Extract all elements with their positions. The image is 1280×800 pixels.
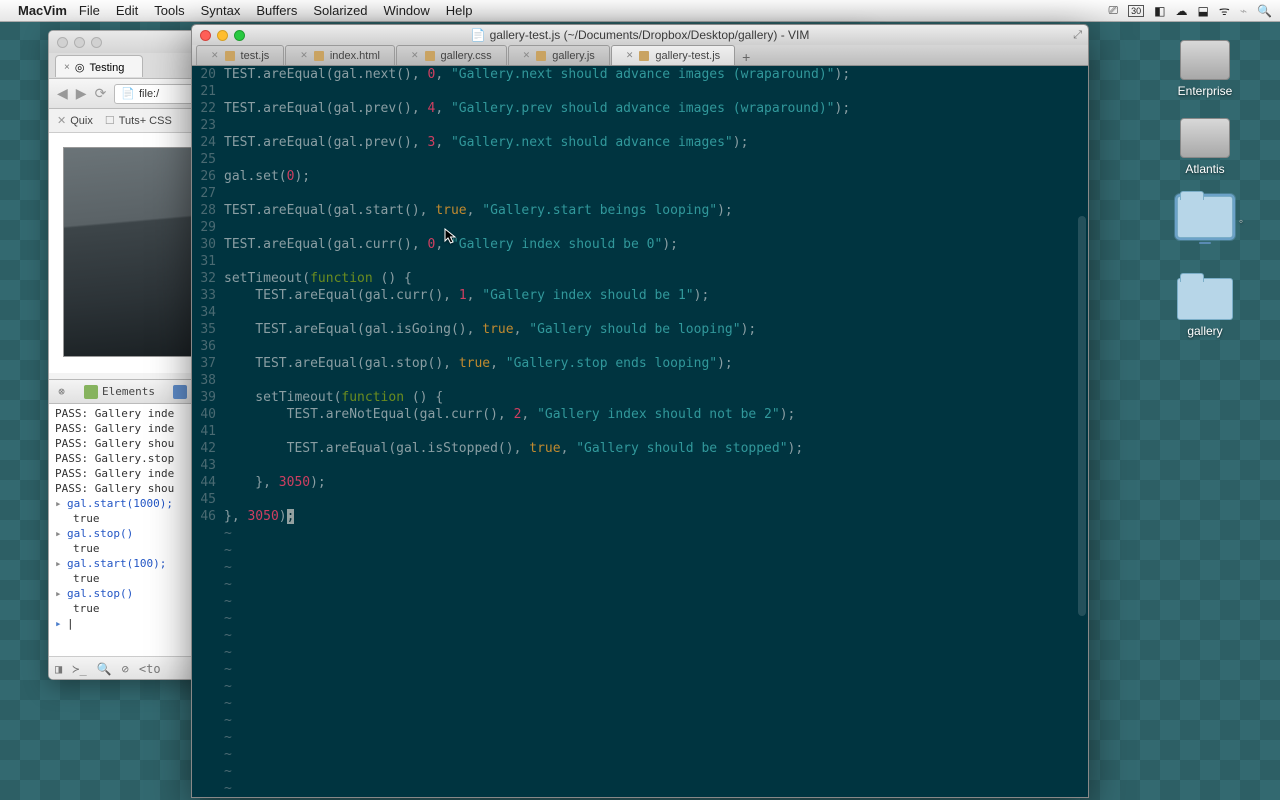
file-icon xyxy=(225,51,235,61)
line-gutter: 20 21 22 23 24 25 26 27 28 29 30 31 32 3… xyxy=(192,66,222,797)
tab-close-icon[interactable]: ✕ xyxy=(300,50,308,61)
forward-icon[interactable]: ▶ xyxy=(76,85,87,102)
macvim-window: 📄 gallery-test.js (~/Documents/Dropbox/D… xyxy=(191,24,1089,798)
file-icon xyxy=(536,51,546,61)
file-icon: 📄 xyxy=(121,87,135,100)
folder-gallery[interactable]: gallery xyxy=(1150,278,1260,338)
drive-atlantis[interactable]: Atlantis xyxy=(1150,118,1260,176)
stop-icon[interactable]: ⊘ xyxy=(122,662,129,676)
magnify-icon[interactable]: 🔍 xyxy=(97,662,112,676)
dropbox-icon[interactable]: ⬓ xyxy=(1198,4,1209,18)
window-title: gallery-test.js (~/Documents/Dropbox/Des… xyxy=(490,28,810,42)
menu-window[interactable]: Window xyxy=(384,3,430,18)
bookmark-icon: ☐ xyxy=(105,114,115,127)
spotlight-icon[interactable]: 🔍 xyxy=(1257,4,1272,18)
scrollbar[interactable] xyxy=(1078,216,1086,616)
vim-tab[interactable]: ✕ gallery-test.js xyxy=(611,45,735,65)
wifi-icon[interactable]: ᯤ xyxy=(1219,2,1230,19)
mac-menubar: MacVim File Edit Tools Syntax Buffers So… xyxy=(0,0,1280,22)
tab-close-icon[interactable]: × xyxy=(64,62,70,73)
cloud-icon[interactable]: ☁ xyxy=(1176,4,1188,18)
tab-close-icon[interactable]: ✕ xyxy=(523,50,531,61)
back-icon[interactable]: ◀ xyxy=(57,85,68,102)
vim-titlebar[interactable]: 📄 gallery-test.js (~/Documents/Dropbox/D… xyxy=(192,25,1088,45)
tab-close-icon[interactable]: ✕ xyxy=(626,50,634,61)
bookmark-quix[interactable]: ✕Quix xyxy=(57,114,93,127)
menu-edit[interactable]: Edit xyxy=(116,3,138,18)
tab-close-icon[interactable]: ✕ xyxy=(211,50,219,61)
tab-title: Testing xyxy=(89,62,124,74)
date-icon[interactable]: 30 xyxy=(1128,5,1144,17)
file-icon xyxy=(425,51,435,61)
vim-tab[interactable]: ✕ gallery.css xyxy=(396,45,507,65)
vim-tab[interactable]: ✕ index.html xyxy=(285,45,395,65)
minimize-icon[interactable] xyxy=(74,37,85,48)
app-name[interactable]: MacVim xyxy=(18,3,67,18)
bookmark-remove-icon[interactable]: ✕ xyxy=(57,114,66,127)
dock-icon[interactable]: ◨ xyxy=(55,662,62,676)
devtools-close-icon[interactable]: ⊗ xyxy=(55,385,68,398)
desktop-icons: Enterprise Atlantis ◦ gallery xyxy=(1150,40,1260,358)
zoom-icon[interactable] xyxy=(234,30,245,41)
tab-label: index.html xyxy=(330,50,380,62)
close-icon[interactable] xyxy=(200,30,211,41)
vim-tab[interactable]: ✕ gallery.js xyxy=(508,45,610,65)
zoom-icon[interactable] xyxy=(91,37,102,48)
bookmark-icon[interactable]: ◧ xyxy=(1154,4,1165,18)
tab-label: test.js xyxy=(241,50,270,62)
screen-icon[interactable]: ⎚ xyxy=(1109,3,1119,18)
vim-editor[interactable]: 20 21 22 23 24 25 26 27 28 29 30 31 32 3… xyxy=(192,66,1088,797)
menu-help[interactable]: Help xyxy=(446,3,473,18)
tab-label: gallery.css xyxy=(441,50,492,62)
file-icon xyxy=(314,51,324,61)
tab-favicon: ◎ xyxy=(75,61,85,74)
reload-icon[interactable]: ⟳ xyxy=(95,85,107,102)
menu-buffers[interactable]: Buffers xyxy=(256,3,297,18)
menu-syntax[interactable]: Syntax xyxy=(201,3,241,18)
tab-label: gallery-test.js xyxy=(655,50,720,62)
close-icon[interactable] xyxy=(57,37,68,48)
bookmark-tutscss[interactable]: ☐Tuts+ CSS xyxy=(105,114,172,127)
new-tab-button[interactable]: + xyxy=(736,49,756,65)
menu-file[interactable]: File xyxy=(79,3,100,18)
bluetooth-icon[interactable]: ⌁ xyxy=(1240,4,1247,18)
fullscreen-icon[interactable]: ⤢ xyxy=(1073,29,1082,42)
menu-solarized[interactable]: Solarized xyxy=(313,3,367,18)
browser-tab[interactable]: × ◎ Testing xyxy=(55,55,143,77)
drive-enterprise[interactable]: Enterprise xyxy=(1150,40,1260,98)
menu-tools[interactable]: Tools xyxy=(154,3,184,18)
file-icon xyxy=(639,51,649,61)
folder-selected[interactable]: ◦ xyxy=(1150,196,1260,258)
console-icon[interactable]: ≻_ xyxy=(72,662,86,676)
breadcrumb[interactable]: <to xyxy=(139,662,161,676)
devtools-tab-elements[interactable]: Elements xyxy=(76,382,163,402)
code-area[interactable]: TEST.areEqual(gal.next(), 0, "Gallery.ne… xyxy=(222,66,1088,797)
vim-tab[interactable]: ✕ test.js xyxy=(196,45,284,65)
minimize-icon[interactable] xyxy=(217,30,228,41)
tab-close-icon[interactable]: ✕ xyxy=(411,50,419,61)
tab-label: gallery.js xyxy=(552,50,595,62)
vim-tabbar: ✕ test.js ✕ index.html ✕ gallery.css ✕ gallery.… xyxy=(192,45,1088,66)
window-file-icon: 📄 xyxy=(471,28,486,42)
